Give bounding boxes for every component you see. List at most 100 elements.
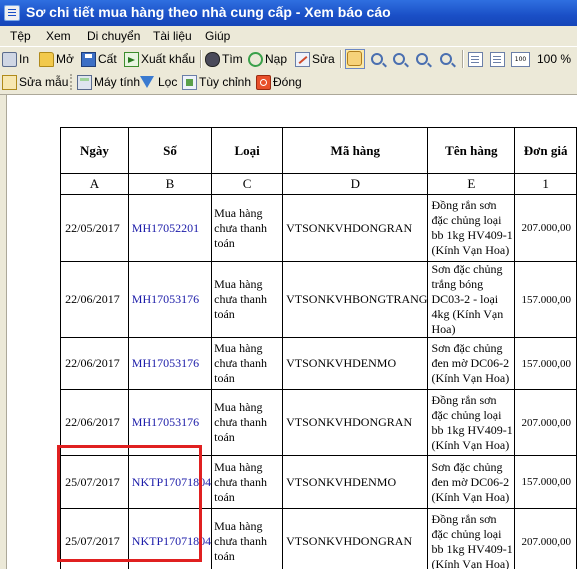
cell-date: 22/05/2017 — [61, 195, 129, 262]
col-letter: E — [428, 174, 515, 195]
viewer-left-margin — [0, 95, 7, 569]
customize-label: Tùy chỉnh — [199, 75, 251, 89]
menu-navigate[interactable]: Di chuyển — [87, 29, 140, 43]
toolbar-separator — [462, 50, 464, 68]
cell-item-name: Đồng rắn sơn đặc chủng loại bb 1kg HV409… — [428, 509, 515, 569]
cell-type: Mua hàng chưa thanh toán — [212, 456, 283, 509]
table-row: 25/07/2017 NKTP17071804 Mua hàng chưa th… — [61, 509, 577, 569]
cell-unit-price: 207.000,00 — [515, 195, 577, 262]
main-toolbar: In Mở Cất Xuất khẩu Tìm Nạp Sửa 100 100 … — [0, 46, 577, 71]
voucher-number-link[interactable]: NKTP17071804 — [128, 456, 211, 509]
pan-tool-button[interactable] — [345, 49, 365, 69]
magnifier-icon — [371, 53, 383, 65]
hand-icon — [347, 51, 362, 66]
edit-template-label: Sửa mẫu — [19, 75, 68, 89]
voucher-number-link[interactable]: NKTP17071804 — [128, 509, 211, 569]
filter-icon — [140, 76, 154, 88]
open-button[interactable]: Mở — [39, 50, 74, 68]
title-bar: Sơ chi tiết mua hàng theo nhà cung cấp -… — [0, 0, 577, 26]
cell-unit-price: 157.000,00 — [515, 338, 577, 390]
edit-button[interactable]: Sửa — [295, 50, 335, 68]
cell-item-code: VTSONKVHDONGRAN — [283, 509, 428, 569]
zoom-select-icon — [440, 53, 452, 65]
edit-template-button[interactable]: Sửa mẫu — [2, 73, 68, 91]
zoom-select-button[interactable] — [440, 50, 454, 68]
col-header-number: Số — [128, 128, 211, 174]
fit-width-button[interactable] — [468, 50, 485, 68]
cell-item-code: VTSONKVHDENMO — [283, 456, 428, 509]
voucher-number-link[interactable]: MH17053176 — [128, 262, 211, 338]
table-row: 22/06/2017 MH17053176 Mua hàng chưa than… — [61, 262, 577, 338]
binoculars-icon — [205, 52, 220, 67]
save-button[interactable]: Cất — [81, 50, 117, 68]
zoom-tool-button[interactable] — [371, 50, 385, 68]
cell-item-name: Sơn đặc chủng đen mờ DC06-2 (Kính Vạn Ho… — [428, 456, 515, 509]
save-label: Cất — [98, 52, 117, 66]
close-label: Đóng — [273, 75, 302, 89]
voucher-number-link[interactable]: MH17052201 — [128, 195, 211, 262]
menu-help[interactable]: Giúp — [205, 29, 230, 43]
cell-date: 25/07/2017 — [61, 456, 129, 509]
customize-button[interactable]: Tùy chỉnh — [182, 73, 251, 91]
cell-item-code: VTSONKVHDONGRAN — [283, 195, 428, 262]
filter-label: Lọc — [158, 75, 177, 89]
edit-pen-icon — [295, 52, 310, 67]
find-button[interactable]: Tìm — [205, 50, 243, 68]
cell-date: 22/06/2017 — [61, 338, 129, 390]
col-header-type: Loại — [212, 128, 283, 174]
menu-file[interactable]: Tệp — [10, 29, 31, 43]
load-label: Nạp — [265, 52, 287, 66]
letter-row: A B C D E 1 — [61, 174, 577, 195]
print-button[interactable]: In — [2, 50, 29, 68]
cell-unit-price: 157.000,00 — [515, 262, 577, 338]
export-arrow-icon — [124, 52, 139, 67]
cell-type: Mua hàng chưa thanh toán — [212, 195, 283, 262]
open-label: Mở — [56, 52, 74, 66]
export-button[interactable]: Xuất khẩu — [124, 50, 195, 68]
app-icon — [4, 5, 20, 21]
customize-icon — [182, 75, 197, 90]
menu-bar: Tệp Xem Di chuyển Tài liệu Giúp — [0, 26, 577, 46]
col-letter: A — [61, 174, 129, 195]
cell-date: 25/07/2017 — [61, 509, 129, 569]
close-button[interactable]: Đóng — [256, 73, 302, 91]
zoom-out-button[interactable] — [416, 50, 430, 68]
col-header-date: Ngày — [61, 128, 129, 174]
menu-view[interactable]: Xem — [46, 29, 71, 43]
folder-icon — [39, 52, 54, 67]
toolbar-grip-icon — [70, 74, 73, 90]
zoom-in-button[interactable] — [393, 50, 407, 68]
fit-page-icon — [490, 52, 505, 67]
menu-document[interactable]: Tài liệu — [153, 29, 192, 43]
table-row: 22/05/2017 MH17052201 Mua hàng chưa than… — [61, 195, 577, 262]
cell-item-name: Đồng rắn sơn đặc chủng loại bb 1kg HV409… — [428, 195, 515, 262]
close-icon — [256, 75, 271, 90]
voucher-number-link[interactable]: MH17053176 — [128, 390, 211, 456]
filter-button[interactable]: Lọc — [140, 73, 177, 91]
cell-item-code: VTSONKVHBONGTRANG — [283, 262, 428, 338]
zoom-out-icon — [416, 53, 428, 65]
col-letter: 1 — [515, 174, 577, 195]
cell-unit-price: 207.000,00 — [515, 509, 577, 569]
cell-type: Mua hàng chưa thanh toán — [212, 262, 283, 338]
secondary-toolbar: Sửa mẫu Máy tính Lọc Tùy chỉnh Đóng — [0, 70, 577, 94]
zoom-level[interactable]: 100 % — [537, 50, 571, 68]
report-viewer[interactable]: Ngày Số Loại Mã hàng Tên hàng Đơn giá A … — [0, 94, 577, 569]
edit-label: Sửa — [312, 52, 335, 66]
table-row: 22/06/2017 MH17053176 Mua hàng chưa than… — [61, 390, 577, 456]
find-label: Tìm — [222, 52, 243, 66]
cell-type: Mua hàng chưa thanh toán — [212, 390, 283, 456]
cell-unit-price: 207.000,00 — [515, 390, 577, 456]
load-button[interactable]: Nạp — [248, 50, 287, 68]
actual-size-button[interactable]: 100 — [511, 50, 532, 68]
voucher-number-link[interactable]: MH17053176 — [128, 338, 211, 390]
calculator-icon — [77, 75, 92, 90]
cell-item-name: Sơn đặc chủng trắng bóng DC03-2 - loại 4… — [428, 262, 515, 338]
col-letter: D — [283, 174, 428, 195]
zoom-in-icon — [393, 53, 405, 65]
col-letter: B — [128, 174, 211, 195]
actual-size-icon: 100 — [511, 52, 530, 67]
cell-item-code: VTSONKVHDONGRAN — [283, 390, 428, 456]
fit-page-button[interactable] — [490, 50, 507, 68]
calculator-button[interactable]: Máy tính — [70, 73, 140, 91]
